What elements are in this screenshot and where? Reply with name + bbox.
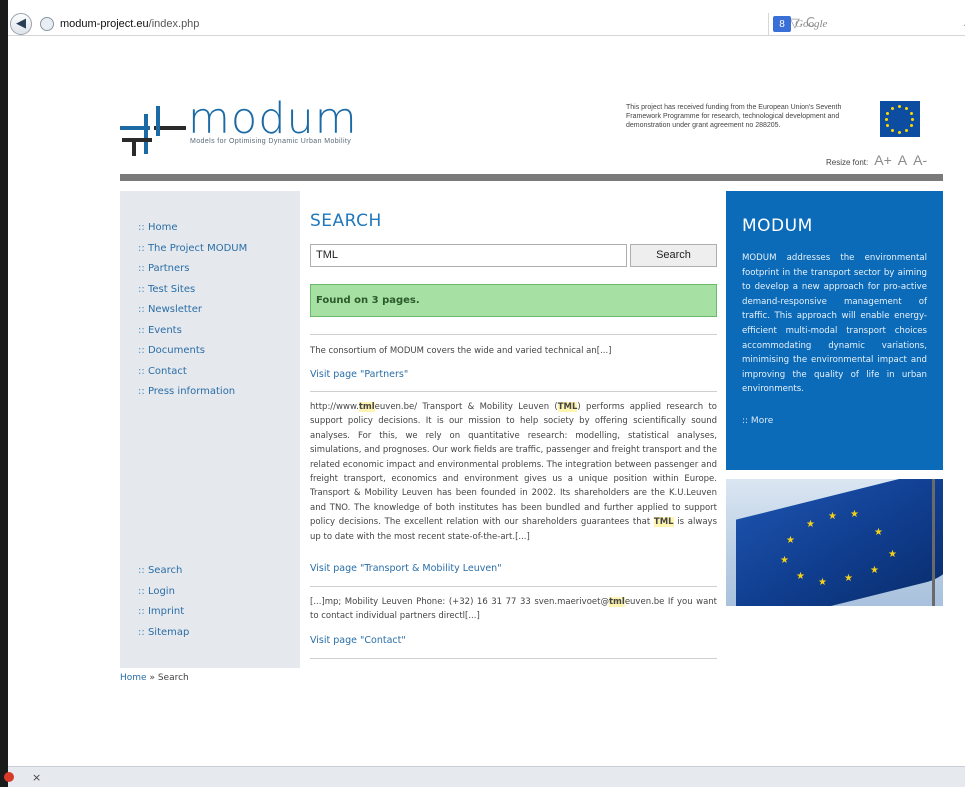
sidebar-item-test-sites[interactable]: :: Test Sites [138,280,247,301]
sidebar-item-sitemap[interactable]: :: Sitemap [138,623,189,644]
breadcrumb: Home » Search [120,673,189,683]
sidebar-item-partners[interactable]: :: Partners [138,259,247,280]
search-button[interactable]: Search [630,244,717,267]
result-link-tml[interactable]: Visit page "Transport & Mobility Leuven" [310,563,502,574]
modum-info-box: MODUM MODUM addresses the environmental … [726,191,943,470]
resize-font-label: Resize font: [826,158,869,167]
result-snippet: [...]mp; Mobility Leuven Phone: (+32) 16… [310,597,717,622]
close-icon[interactable]: × [32,771,41,784]
eu-flag-photo: ★ ★ ★ ★ ★ ★ ★ ★ ★ ★ ★ [726,479,943,606]
page-title: SEARCH [310,211,382,231]
result-snippet: http://www.tmleuven.be/ Transport & Mobi… [310,402,718,542]
font-resize-controls: Resize font: A+ A A- [826,152,927,168]
sidebar-item-label: Documents [147,345,205,356]
sidebar-item-label: Home [147,222,178,233]
addon-icon[interactable] [4,772,14,782]
site-identity-icon[interactable] [40,16,54,31]
sidebar-item-label: Login [147,585,175,597]
search-input[interactable]: TML [310,244,627,267]
sidebar-item-project[interactable]: :: The Project MODUM [138,239,247,260]
browser-status-bar: × [4,766,965,787]
font-reset-button[interactable]: A [898,152,907,168]
info-box-title: MODUM [742,216,813,236]
result-divider [310,334,717,335]
sidebar-item-label: Partners [147,263,190,274]
sidebar-item-imprint[interactable]: :: Imprint [138,602,189,623]
flag-shape [736,479,943,606]
sidebar-item-label: Test Sites [147,283,196,295]
breadcrumb-home-link[interactable]: Home [120,673,147,683]
google-plus-icon[interactable]: 8 [773,16,791,32]
sidebar-item-label: Events [147,324,182,336]
result-snippet: The consortium of MODUM covers the wide … [310,346,612,356]
sidebar-item-label: Imprint [147,606,185,617]
secondary-nav: :: Search :: Login :: Imprint :: Sitemap [138,561,189,643]
font-smaller-button[interactable]: A- [913,152,927,168]
browser-toolbar: ◀ modum-project.eu/index.php ☆ ▽ C 8 Goo… [8,12,965,36]
breadcrumb-current: Search [157,673,189,683]
sidebar-item-press[interactable]: :: Press information [138,382,247,403]
more-link[interactable]: :: More [742,416,773,426]
search-highlight: TML [557,402,578,412]
result-divider [310,391,717,392]
result-divider [310,586,717,587]
main-nav: :: Home :: The Project MODUM :: Partners… [138,218,247,403]
sidebar: :: Home :: The Project MODUM :: Partners… [120,191,300,668]
search-highlight: tml [608,597,625,607]
logo-subtitle: Models for Optimising Dynamic Urban Mobi… [190,138,352,145]
url-domain: modum-project.eu [60,17,149,30]
site-logo[interactable]: modum Models for Optimising Dynamic Urba… [118,94,388,160]
search-highlight: TML [653,517,674,528]
sidebar-item-login[interactable]: :: Login [138,582,189,603]
sidebar-item-label: Newsletter [147,304,202,315]
back-arrow-icon: ◀ [16,16,26,31]
sidebar-item-documents[interactable]: :: Documents [138,341,247,362]
funding-notice: This project has received funding from t… [626,104,842,129]
breadcrumb-separator: » [146,673,158,683]
info-box-text: MODUM addresses the environmental footpr… [742,253,927,395]
result-divider [310,658,717,659]
search-highlight: tml [358,402,375,412]
eu-flag-icon [880,101,920,137]
result-link-partners[interactable]: Visit page "Partners" [310,369,408,380]
logo-mark-icon [120,106,186,156]
search-form: TML Search [310,244,717,268]
sidebar-item-home[interactable]: :: Home [138,218,247,239]
sidebar-item-search[interactable]: :: Search [138,561,189,582]
result-link-contact[interactable]: Visit page "Contact" [310,635,406,646]
logo-wordmark: modum [188,94,358,144]
browser-search-box[interactable]: 8 Google ⌕ [768,13,965,35]
font-larger-button[interactable]: A+ [874,152,892,168]
sidebar-item-label: Search [147,565,183,576]
main-content: SEARCH TML Search Found on 3 pages. The … [310,211,717,659]
sidebar-item-label: Contact [147,365,187,377]
browser-search-placeholder: Google [795,18,828,30]
sidebar-item-label: The Project MODUM [147,242,248,254]
back-button[interactable]: ◀ [10,12,32,35]
sidebar-item-label: Press information [147,386,236,397]
url-path: /index.php [148,17,200,30]
results-count-message: Found on 3 pages. [310,284,717,317]
sidebar-item-contact[interactable]: :: Contact [138,362,247,383]
flag-pole [932,479,935,606]
header-divider [120,174,943,181]
address-bar[interactable]: modum-project.eu/index.php [60,18,199,30]
sidebar-item-events[interactable]: :: Events [138,321,247,342]
sidebar-item-label: Sitemap [147,626,190,638]
sidebar-item-newsletter[interactable]: :: Newsletter [138,300,247,321]
